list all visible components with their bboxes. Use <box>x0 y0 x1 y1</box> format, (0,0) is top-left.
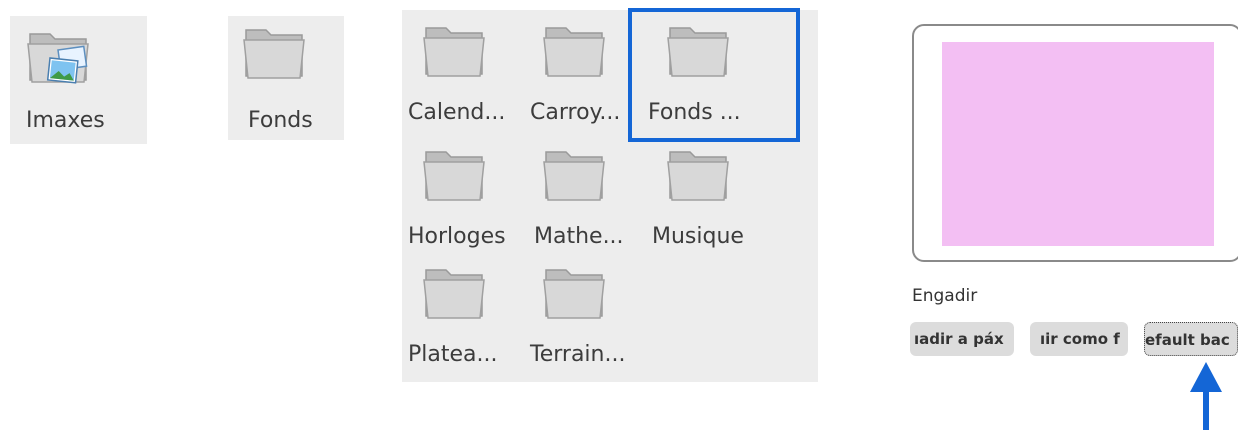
folder-icon <box>422 22 486 80</box>
set-as-background-button[interactable]: ıir como f <box>1030 322 1128 356</box>
preview-swatch <box>942 42 1214 246</box>
folder-label: Fonds <box>248 108 313 133</box>
folder-icon <box>542 22 606 80</box>
folder-label: Imaxes <box>26 108 105 133</box>
folder-label: Terrain... <box>530 342 626 367</box>
button-label: ıadir a páx <box>914 330 1004 348</box>
folder-icon <box>542 146 606 204</box>
folder-label: Platea... <box>408 342 498 367</box>
folder-item[interactable]: Horloges <box>402 132 522 250</box>
selection-highlight <box>628 8 800 142</box>
add-label: Engadir <box>912 286 978 306</box>
folder-item[interactable]: Platea... <box>402 254 522 372</box>
folder-icon <box>542 264 606 322</box>
folder-icon <box>422 146 486 204</box>
folder-item[interactable]: Mathe... <box>528 132 648 250</box>
default-background-button[interactable]: efault bac <box>1144 322 1238 356</box>
pointer-arrow-icon <box>1186 362 1226 430</box>
button-label: efault bac <box>1145 331 1230 349</box>
folder-label: Mathe... <box>534 224 624 249</box>
button-label: ıir como f <box>1040 330 1120 348</box>
folder-item[interactable]: Calend... <box>402 10 522 128</box>
add-to-page-button[interactable]: ıadir a páx <box>910 322 1014 356</box>
folder-label: Carroy... <box>530 100 621 125</box>
images-folder-icon <box>26 28 90 86</box>
folder-icon <box>666 146 730 204</box>
folder-tile-fonds[interactable]: Fonds <box>228 16 344 140</box>
folder-item[interactable]: Terrain... <box>528 254 648 372</box>
folder-label: Horloges <box>408 224 506 249</box>
folder-tile-imaxes[interactable]: Imaxes <box>10 16 147 144</box>
folder-label: Calend... <box>408 100 506 125</box>
folder-item[interactable]: Musique <box>644 132 764 250</box>
folder-icon <box>242 24 306 82</box>
folder-icon <box>422 264 486 322</box>
folder-label: Musique <box>652 224 744 249</box>
